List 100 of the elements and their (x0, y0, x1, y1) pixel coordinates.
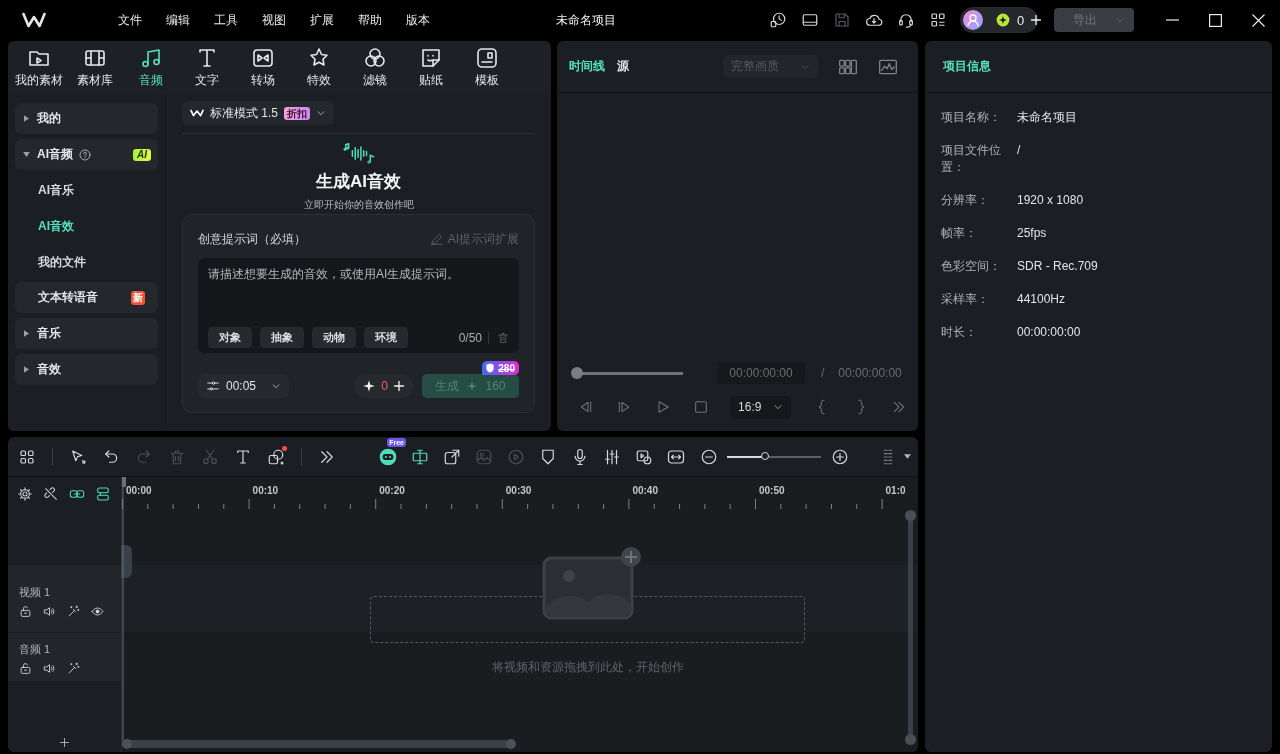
trash-icon (497, 331, 509, 344)
menu-item[interactable]: 视图 (262, 11, 286, 29)
plus-icon (59, 737, 70, 748)
category-header[interactable]: 音乐 (15, 318, 158, 349)
track-name: 音频 1 (19, 642, 52, 657)
menu-item[interactable]: 工具 (214, 11, 238, 29)
sticker-icon (419, 46, 443, 70)
collapse-handle[interactable] (121, 545, 132, 578)
music-note-icon (139, 46, 163, 70)
close-icon (1252, 13, 1265, 27)
ruler-label: 00:30 (504, 485, 533, 497)
media-tab[interactable]: 音频 (123, 41, 179, 95)
plus-icon (1030, 14, 1043, 26)
ruler-label: 01:0 (884, 485, 906, 497)
menu-item[interactable]: 帮助 (358, 11, 382, 29)
info-label: 色彩空间： (941, 258, 1002, 275)
add-track-button[interactable] (59, 737, 70, 748)
project-title: 未命名项目 (556, 11, 616, 29)
drop-hint: 将视频和资源拖拽到此处，开始创作 (490, 659, 685, 676)
clock-icon (769, 11, 787, 29)
info-value: 1920 x 1080 (1017, 192, 1085, 209)
prompt-chip[interactable]: 环境 (364, 327, 408, 348)
info-value: / (1017, 142, 1022, 159)
aspect-dropdown[interactable]: 16:9 (730, 395, 792, 419)
slider-thumb[interactable] (760, 451, 769, 460)
media-tab[interactable]: 贴纸 (403, 41, 459, 95)
total-duration: 00:00:00:00 (838, 366, 902, 380)
maximize-icon (1209, 13, 1222, 27)
discount-tag: 折扣 (284, 106, 310, 120)
vertical-scrollbar[interactable] (905, 510, 916, 745)
magic-wand-toggle[interactable] (67, 662, 80, 675)
category-item[interactable]: 文本转语音 新 (15, 282, 158, 313)
speaker-toggle[interactable] (43, 605, 56, 618)
category-header[interactable]: 音效 (15, 354, 158, 385)
ruler-label: 00:50 (757, 485, 786, 497)
ruler-label: 00:10 (251, 485, 280, 497)
credit-count: 0 (1017, 12, 1025, 28)
char-counter: 0/50 (458, 330, 482, 345)
prompt-field[interactable]: 请描述想要生成的音效，或使用AI生成提示词。 对象 抽象 动物 环境 0/50 (198, 258, 519, 353)
magic-wand-icon (67, 605, 80, 618)
minimize-icon (1166, 19, 1179, 21)
media-tab[interactable]: 特效 (291, 41, 347, 95)
eye-icon (91, 605, 104, 618)
lock-toggle[interactable] (19, 605, 32, 618)
lock-icon (19, 662, 32, 675)
eye-toggle[interactable] (91, 605, 104, 618)
plus-icon (393, 380, 405, 392)
media-tab[interactable]: 模板 (459, 41, 515, 95)
coin-icon (995, 12, 1011, 28)
speaker-icon (43, 662, 56, 675)
model-dropdown[interactable]: 标准模式 1.5 折扣 (182, 101, 334, 125)
panel-subtitle: 立即开始你的音效创作吧 (303, 198, 414, 212)
view-tab[interactable]: 时间线 (569, 58, 605, 75)
track-name: 视频 1 (19, 585, 52, 600)
zoom-slider[interactable] (727, 455, 821, 458)
info-label: 时长： (941, 324, 978, 341)
info-value: 未命名项目 (1017, 109, 1078, 126)
ai-tag: AI (133, 148, 151, 161)
info-label: 项目名称： (941, 109, 1002, 126)
media-tab[interactable]: 素材库 (67, 41, 123, 95)
new-tag: 新 (131, 290, 145, 305)
caret-icon (1115, 15, 1125, 25)
notification-dot (282, 445, 287, 451)
slider-thumb[interactable] (571, 367, 583, 379)
info-label: 帧率： (941, 225, 978, 242)
category-header[interactable]: AI音频 AI (15, 139, 158, 170)
speaker-toggle[interactable] (43, 662, 56, 675)
magic-wand-icon (67, 662, 80, 675)
menu-item[interactable]: 扩展 (310, 11, 334, 29)
media-tab[interactable]: 我的素材 (11, 41, 67, 95)
zoom-in-icon (831, 447, 849, 466)
category-item[interactable]: AI音效 (15, 208, 158, 244)
media-tab[interactable]: 滤镜 (347, 41, 403, 95)
magic-wand-toggle[interactable] (67, 605, 80, 618)
category-item[interactable]: AI音乐 (15, 172, 158, 208)
prompt-chip[interactable]: 动物 (312, 327, 356, 348)
media-tab[interactable]: 转场 (235, 41, 291, 95)
menu-item[interactable]: 编辑 (166, 11, 190, 29)
horizontal-scrollbar[interactable] (122, 739, 516, 749)
speaker-icon (43, 605, 56, 618)
duration-dropdown[interactable]: 00:05 (198, 374, 289, 398)
prompt-label: 创意提示词（必填） (198, 230, 306, 248)
info-label: 项目文件位置： (941, 142, 1002, 176)
prompt-chip[interactable]: 对象 (208, 327, 252, 348)
panel-title: 生成AI音效 (316, 171, 401, 193)
menu-item[interactable]: 版本 (406, 11, 430, 29)
info-value: SDR - Rec.709 (1017, 258, 1099, 275)
credits-pill[interactable]: 0 (354, 374, 413, 398)
info-label: 分辨率： (941, 192, 990, 209)
category-item[interactable]: 我的文件 (15, 244, 158, 280)
music-wave-icon (342, 143, 375, 164)
view-tab[interactable]: 源 (617, 58, 629, 75)
menu-item[interactable]: 文件 (118, 11, 142, 29)
media-tab[interactable]: 文字 (179, 41, 235, 95)
lock-toggle[interactable] (19, 662, 32, 675)
category-header[interactable]: 我的 (15, 103, 158, 134)
caret-icon[interactable] (904, 454, 911, 459)
zoom-out-icon (700, 447, 718, 466)
avatar-icon (963, 10, 983, 30)
prompt-chip[interactable]: 抽象 (260, 327, 304, 348)
